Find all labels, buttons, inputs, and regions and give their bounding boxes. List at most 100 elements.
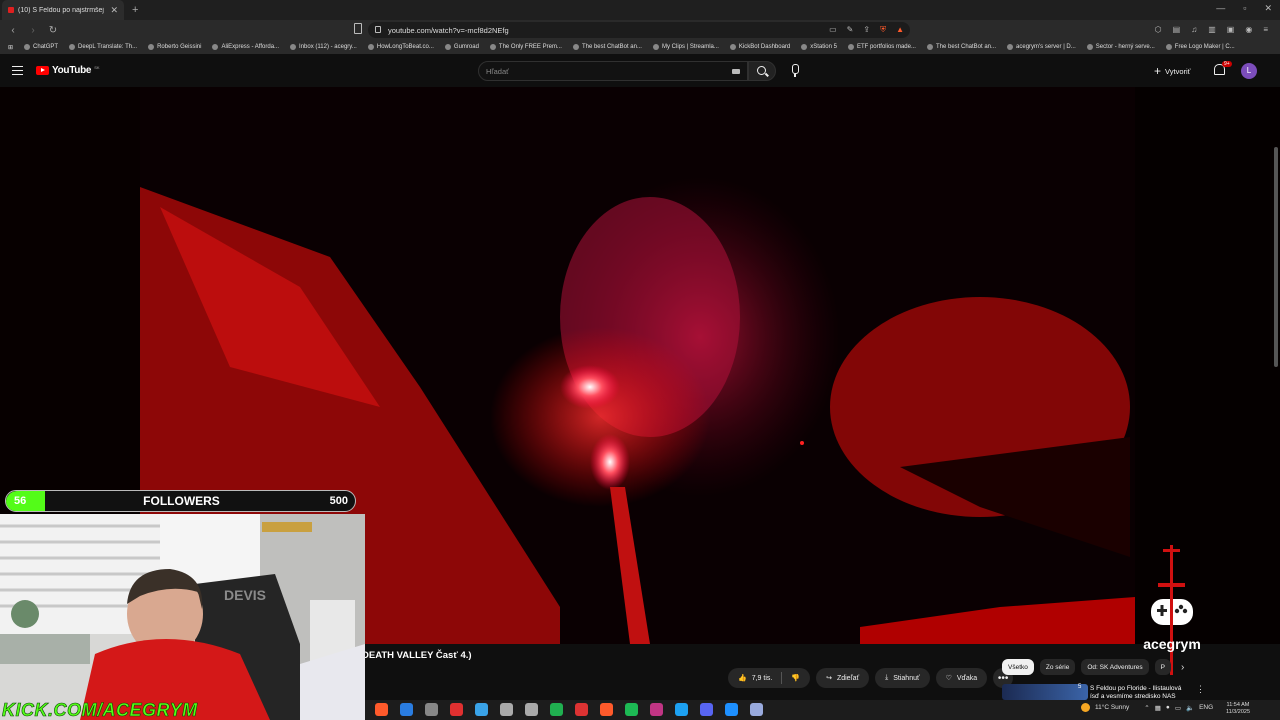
discord-app-icon[interactable] bbox=[700, 703, 713, 716]
vpn-icon[interactable]: ◉ bbox=[1245, 25, 1252, 34]
bookmark-item[interactable]: The best ChatBot an... bbox=[572, 44, 642, 50]
chevron-right-icon[interactable]: › bbox=[1181, 662, 1184, 673]
reading-list-icon[interactable]: ▥ bbox=[1208, 25, 1216, 34]
bookmark-item[interactable]: Free Logo Maker | C... bbox=[1165, 44, 1235, 50]
new-tab-button[interactable]: + bbox=[132, 4, 138, 16]
share-page-icon[interactable]: ⇪ bbox=[863, 25, 870, 35]
bookmark-label: acegrym's server | D... bbox=[1016, 44, 1076, 50]
notepad-app-icon[interactable] bbox=[750, 703, 763, 716]
voice-search-icon[interactable] bbox=[787, 63, 803, 79]
brave-app-icon[interactable] bbox=[375, 703, 388, 716]
menu-hamburger-icon[interactable] bbox=[12, 66, 23, 75]
close-window-icon[interactable]: ✕ bbox=[1264, 3, 1272, 14]
sidebar-icon[interactable]: ▤ bbox=[1173, 25, 1181, 34]
explorer-app-icon[interactable] bbox=[425, 703, 438, 716]
recommended-thumbnail[interactable] bbox=[1002, 684, 1088, 700]
toolbar-extensions: ⬡ ▤ ♫ ▥ ▣ ◉ ≡ bbox=[1155, 25, 1268, 34]
chip-more[interactable]: P bbox=[1154, 659, 1171, 675]
volume-icon[interactable]: 🔈 bbox=[1186, 704, 1194, 712]
app-icon[interactable] bbox=[575, 703, 588, 716]
like-count[interactable]: 7,9 tis. bbox=[752, 675, 773, 682]
extension-icon[interactable]: ⬡ bbox=[1155, 25, 1162, 34]
tray-chevron-icon[interactable]: ⌃ bbox=[1144, 704, 1149, 712]
spotify-app-icon[interactable] bbox=[625, 703, 638, 716]
share-button[interactable]: ↪ Zdieľať bbox=[816, 668, 870, 688]
bookmark-item[interactable]: AliExpress - Afforda... bbox=[212, 44, 279, 50]
bookmark-item[interactable]: My Clips | Streamla... bbox=[652, 44, 719, 50]
bookmark-favicon-icon bbox=[926, 44, 933, 50]
media-icon[interactable]: ♫ bbox=[1191, 25, 1197, 34]
thanks-button[interactable]: ♡ Vďaka bbox=[935, 668, 988, 688]
app-icon[interactable] bbox=[525, 703, 538, 716]
bookmark-item[interactable]: HowLongToBeat.co... bbox=[367, 44, 434, 50]
app-icon[interactable] bbox=[675, 703, 688, 716]
site-info-icon[interactable] bbox=[375, 26, 381, 33]
page-scrollbar[interactable] bbox=[1274, 147, 1278, 367]
mic-tray-icon[interactable]: ● bbox=[1166, 704, 1170, 711]
dislike-icon[interactable]: 👎 bbox=[791, 674, 800, 682]
forward-icon[interactable]: › bbox=[26, 25, 40, 36]
wallet-icon[interactable]: ▣ bbox=[1227, 25, 1235, 34]
bookmark-item[interactable]: Roberto Geissini bbox=[148, 44, 201, 50]
brave-app-icon[interactable] bbox=[600, 703, 613, 716]
recommended-video[interactable]: 5 S Feldou po Floride - Ilistaulová ísď … bbox=[1002, 684, 1272, 700]
network-icon[interactable]: ▦ bbox=[1155, 704, 1161, 712]
app-icon[interactable] bbox=[725, 703, 738, 716]
menu-icon[interactable]: ≡ bbox=[1263, 25, 1268, 34]
bookmark-icon[interactable] bbox=[354, 23, 362, 34]
app-icon[interactable] bbox=[550, 703, 563, 716]
instagram-app-icon[interactable] bbox=[650, 703, 663, 716]
weather-sun-icon[interactable] bbox=[1081, 703, 1090, 712]
browser-tab[interactable]: (10) S Feldou po najstrmšej c ✕ bbox=[2, 0, 124, 20]
chip-all[interactable]: Všetko bbox=[1002, 659, 1034, 675]
search-input[interactable]: Hľadať bbox=[478, 61, 748, 81]
close-tab-icon[interactable]: ✕ bbox=[110, 5, 118, 16]
reload-icon[interactable]: ↻ bbox=[46, 25, 60, 36]
tab-title: (10) S Feldou po najstrmšej c bbox=[18, 6, 107, 14]
brave-shield-icon[interactable]: ⛨ bbox=[880, 25, 886, 35]
url-bar[interactable]: youtube.com/watch?v=-mcf8d2NEfg ▭ ✎ ⇪ ⛨ … bbox=[368, 22, 910, 38]
bookmark-item[interactable]: The best ChatBot an... bbox=[926, 44, 996, 50]
apps-grid-icon[interactable]: ⊞ bbox=[8, 44, 13, 51]
bookmark-item[interactable]: acegrym's server | D... bbox=[1007, 44, 1076, 50]
language-indicator[interactable]: ENG bbox=[1199, 704, 1213, 711]
bookmark-item[interactable]: Gumroad bbox=[444, 44, 479, 50]
follower-goal-bar: 56 FOLLOWERS 500 bbox=[5, 490, 356, 512]
back-icon[interactable]: ‹ bbox=[6, 25, 20, 36]
weather-text[interactable]: 11°C Sunny bbox=[1095, 704, 1129, 711]
chip-channel[interactable]: Od: SK Adventures bbox=[1081, 659, 1149, 675]
bookmark-item[interactable]: Inbox (112) - acegry... bbox=[290, 44, 357, 50]
display-icon[interactable]: ▭ bbox=[1175, 704, 1181, 712]
like-icon[interactable]: 👍 bbox=[738, 674, 747, 682]
search-button[interactable] bbox=[748, 61, 776, 81]
download-button[interactable]: ⤓ Stiahnuť bbox=[875, 668, 930, 688]
steam-app-icon[interactable] bbox=[475, 703, 488, 716]
bookmark-item[interactable]: KickBot Dashboard bbox=[729, 44, 790, 50]
bookmark-item[interactable]: ChatGPT bbox=[24, 44, 58, 50]
minimize-icon[interactable]: — bbox=[1216, 3, 1225, 14]
bookmark-label: The best ChatBot an... bbox=[581, 44, 642, 50]
brave-rewards-icon[interactable]: ▲ bbox=[896, 25, 904, 35]
bookmark-item[interactable]: ETF portfolios made... bbox=[847, 44, 916, 50]
bookmark-item[interactable]: DeepL Translate: Th... bbox=[69, 44, 137, 50]
app-icon[interactable] bbox=[500, 703, 513, 716]
bookmark-favicon-icon bbox=[212, 44, 219, 50]
youtube-play-icon bbox=[36, 66, 49, 75]
notifications-badge: 9+ bbox=[1222, 61, 1232, 67]
bookmark-item[interactable]: Sector - herný serve... bbox=[1086, 44, 1155, 50]
translate-icon[interactable]: ✎ bbox=[847, 25, 854, 35]
chip-series[interactable]: Zo série bbox=[1039, 659, 1076, 675]
edge-app-icon[interactable] bbox=[400, 703, 413, 716]
create-button[interactable]: + Vytvoriť bbox=[1154, 63, 1190, 79]
avatar[interactable]: L bbox=[1241, 63, 1257, 79]
screen-icon[interactable]: ▭ bbox=[829, 25, 837, 35]
bookmark-item[interactable]: xStation 5 bbox=[801, 44, 837, 50]
bookmark-item[interactable]: The Only FREE Prem... bbox=[489, 44, 562, 50]
keyboard-icon[interactable] bbox=[732, 69, 740, 74]
more-options-icon[interactable]: ⋮ bbox=[1196, 684, 1205, 695]
youtube-logo[interactable]: YouTube SK bbox=[36, 65, 100, 76]
maximize-icon[interactable]: ▫ bbox=[1243, 3, 1246, 14]
app-icon[interactable] bbox=[450, 703, 463, 716]
recommended-title[interactable]: S Feldou po Floride - Ilistaulová ísď a … bbox=[1090, 685, 1190, 701]
clock[interactable]: 11:54 AM 11/3/2025 bbox=[1226, 702, 1250, 716]
